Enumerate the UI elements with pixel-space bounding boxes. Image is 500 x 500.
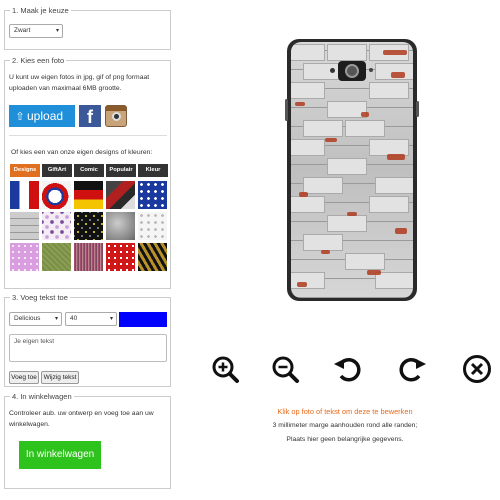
upload-intro: U kunt uw eigen fotos in jpg, gif of png… [9, 74, 150, 92]
design-grid [10, 181, 168, 271]
design-swatch[interactable] [10, 181, 39, 209]
facebook-button[interactable]: f [79, 105, 101, 127]
color-select-value: Zwart [14, 27, 31, 34]
step-choose-title: 1. Maak je keuze [10, 6, 71, 16]
step-photo-title: 2. Kies een foto [10, 56, 67, 66]
chevron-down-icon: ▾ [109, 316, 113, 322]
font-select[interactable]: Delicious ▾ [9, 312, 62, 326]
tab-comic[interactable]: Comic [74, 164, 104, 177]
important-note: Plaats hier geen belangrijke gegevens. [286, 436, 404, 443]
design-swatch[interactable] [42, 212, 71, 240]
tab-kleur[interactable]: Kleur [138, 164, 168, 177]
step-cart-panel: 4. In winkelwagen Controleer aub. uw ont… [4, 392, 171, 489]
design-tabs: Designs GiftArt Comic Populair Kleur [10, 164, 168, 177]
text-color-picker[interactable] [119, 312, 167, 327]
design-swatch[interactable] [106, 243, 135, 271]
design-swatch[interactable] [42, 243, 71, 271]
phone-case-preview[interactable] [285, 39, 419, 301]
design-swatch[interactable] [74, 212, 103, 240]
power-button [416, 101, 419, 117]
edit-hint: Klik op foto of tekst om deze te bewerke… [277, 407, 413, 416]
step-choose-panel: 1. Maak je keuze Zwart ▾ [4, 6, 171, 50]
size-select[interactable]: 40 ▾ [65, 312, 117, 326]
step-text-panel: 3. Voeg tekst toe Delicious ▾ 40 ▾ Je ei… [4, 293, 171, 387]
step-text-title: 3. Voeg tekst toe [10, 293, 70, 303]
zoom-in-icon[interactable] [210, 354, 240, 384]
instagram-icon [106, 106, 126, 111]
tab-populair[interactable]: Populair [106, 164, 136, 177]
text-input-placeholder: Je eigen tekst [14, 338, 55, 345]
rotate-right-icon[interactable] [398, 354, 428, 384]
cart-intro: Controleer aub. uw ontwerp en voeg toe a… [9, 410, 154, 428]
design-swatch[interactable] [42, 181, 71, 209]
divider [9, 135, 167, 136]
designs-intro: Of kies een van onze eigen designs of kl… [11, 149, 153, 156]
design-swatch[interactable] [74, 181, 103, 209]
design-swatch[interactable] [138, 243, 167, 271]
upload-icon: ⇧ [15, 111, 25, 123]
rotate-left-icon[interactable] [332, 354, 362, 384]
step-cart-title: 4. In winkelwagen [10, 392, 74, 402]
size-select-value: 40 [70, 315, 78, 322]
facebook-icon: f [87, 107, 93, 127]
add-to-cart-button[interactable]: In winkelwagen [19, 441, 101, 469]
change-text-button[interactable]: Wijzig tekst [41, 371, 79, 384]
chevron-down-icon: ▾ [54, 316, 58, 322]
zoom-out-icon[interactable] [270, 354, 300, 384]
design-swatch[interactable] [106, 212, 135, 240]
upload-label: upload [27, 109, 64, 123]
camera-lens [345, 64, 359, 78]
instagram-button[interactable] [105, 105, 127, 127]
step-photo-panel: 2. Kies een foto U kunt uw eigen fotos i… [4, 56, 171, 289]
text-input[interactable]: Je eigen tekst [9, 334, 167, 362]
camera-cutout [330, 61, 373, 81]
delete-icon[interactable] [462, 354, 492, 384]
add-text-button[interactable]: Voeg toe [9, 371, 39, 384]
upload-button[interactable]: ⇧ upload [9, 105, 75, 127]
tab-designs[interactable]: Designs [10, 164, 40, 177]
design-swatch[interactable] [138, 212, 167, 240]
design-swatch[interactable] [74, 243, 103, 271]
chevron-down-icon: ▾ [55, 28, 59, 34]
tab-giftart[interactable]: GiftArt [42, 164, 72, 177]
design-swatch[interactable] [138, 181, 167, 209]
volume-button [285, 99, 288, 121]
margin-note: 3 millimeter marge aanhouden rond alle r… [272, 422, 418, 429]
design-swatch[interactable] [10, 243, 39, 271]
design-swatch[interactable] [10, 212, 39, 240]
color-select[interactable]: Zwart ▾ [9, 24, 63, 38]
font-select-value: Delicious [14, 315, 41, 322]
design-swatch[interactable] [106, 181, 135, 209]
